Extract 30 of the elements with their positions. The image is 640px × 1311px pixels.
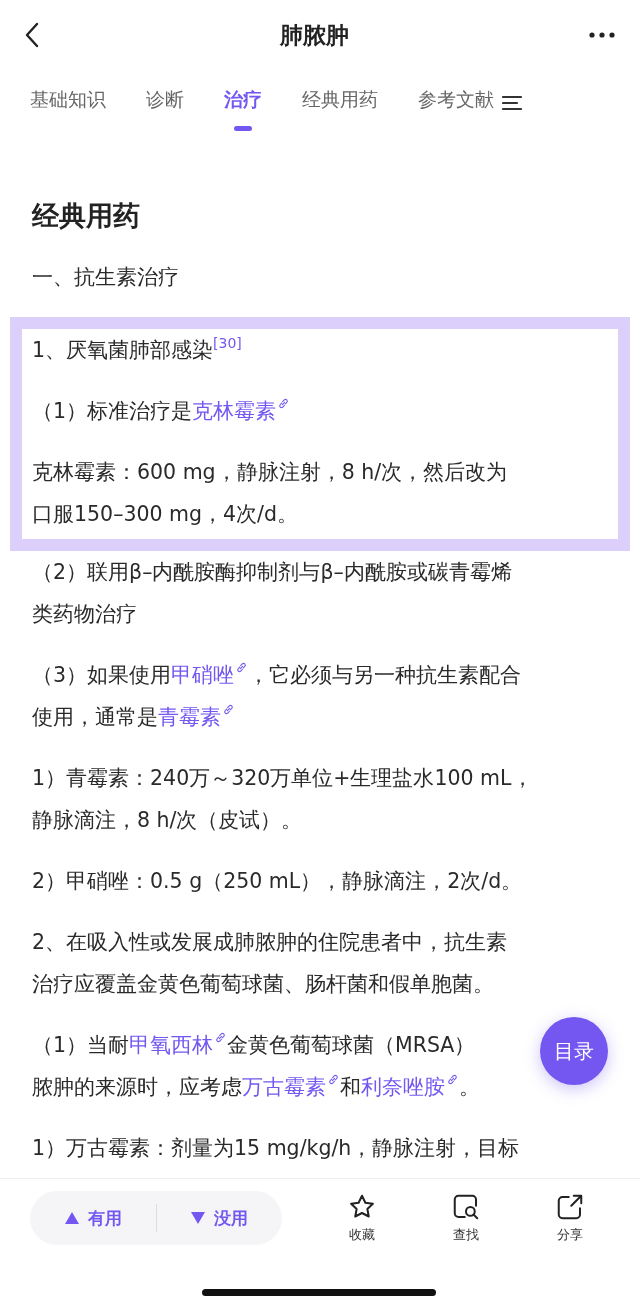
tab[interactable]: 基础知识 bbox=[30, 73, 106, 133]
drug-link[interactable]: 青霉素 bbox=[158, 705, 221, 729]
paragraph: 2、在吸入性或发展成肺脓肿的住院患者中，抗生素 治疗应覆盖金黄色葡萄球菌、肠杆菌和假单胞菌。 bbox=[32, 929, 509, 998]
action-button[interactable]: 分享 bbox=[530, 1192, 610, 1244]
reference-link[interactable]: [30] bbox=[213, 335, 242, 351]
paragraph: （3）如果使用甲硝唑 ，它必须与另一种抗生素配合 使用，通常是青霉素 bbox=[32, 660, 523, 731]
feedback-button[interactable]: 有用 bbox=[30, 1191, 156, 1245]
tab[interactable]: 治疗 bbox=[224, 73, 262, 133]
page-title: 肺脓肿 bbox=[279, 20, 349, 50]
paragraph: 1、厌氧菌肺部感染$^{[30]}$ bbox=[32, 334, 243, 364]
tab[interactable]: 参考文献 bbox=[418, 73, 494, 133]
contents-button[interactable]: 目录 bbox=[540, 1017, 608, 1085]
paragraph: 1）青霉素：240万～320万单位+生理盐水100 mL， 静脉滴注，8 h/次（皮试）。 bbox=[32, 765, 534, 834]
action-button[interactable]: 查找 bbox=[426, 1192, 506, 1244]
feedback-button[interactable]: 没用 bbox=[156, 1191, 282, 1245]
drug-link[interactable]: 万古霉素 bbox=[242, 1075, 326, 1099]
drug-link[interactable]: 利奈唑胺 bbox=[361, 1075, 445, 1099]
section-heading: 经典用药 bbox=[32, 199, 141, 233]
drug-link[interactable]: 甲硝唑 bbox=[171, 663, 235, 687]
drug-link[interactable]: 甲氧西林 bbox=[129, 1033, 214, 1057]
paragraph: 一、抗生素治疗 bbox=[32, 264, 180, 291]
tab[interactable]: 诊断 bbox=[146, 73, 184, 133]
paragraph: （1）标准治疗是克林霉素 bbox=[32, 390, 608, 432]
paragraph: 2）甲硝唑：0.5 g（250 mL），静脉滴注，2次/d。 bbox=[32, 868, 524, 895]
paragraph: 1）万古霉素：剂量为15 mg/kg/h，静脉注射，目标 bbox=[32, 1135, 521, 1162]
tab[interactable]: 经典用药 bbox=[302, 73, 378, 133]
paragraph: （2）联用β–内酰胺酶抑制剂与β–内酰胺或碳青霉烯 类药物治疗 bbox=[32, 559, 513, 628]
action-button[interactable]: 收藏 bbox=[322, 1192, 402, 1244]
drug-link[interactable]: 克林霉素 bbox=[192, 399, 277, 423]
paragraph: 克林霉素：600 mg，静脉注射，8 h/次，然后改为 口服150–300 mg，4次/d。 bbox=[32, 459, 509, 528]
